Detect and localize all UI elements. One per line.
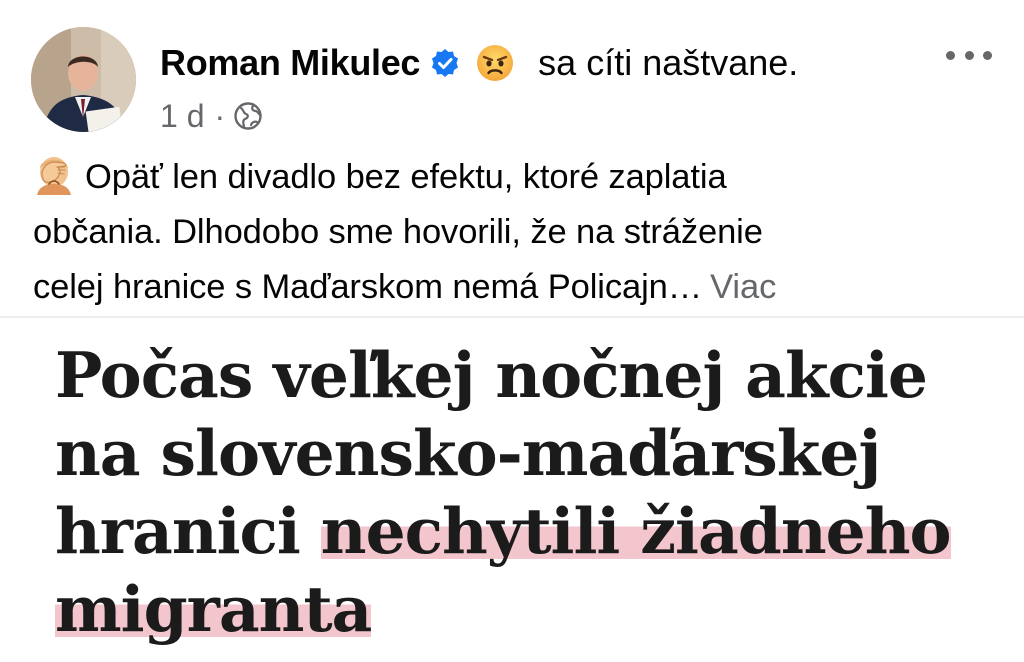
feeling-text: sa cíti naštvane. (538, 42, 799, 83)
more-horizontal-icon (946, 50, 955, 60)
post-text-line-1: Opäť len divadlo bez efektu, ktoré zapla… (33, 150, 993, 205)
post-text-line-2: občania. Dlhodobo sme hovorili, že na st… (33, 213, 763, 251)
headline-text: hranici (55, 494, 321, 568)
author-avatar[interactable] (31, 27, 136, 132)
headline-line: migranta (55, 570, 995, 648)
headline-line: Počas veľkej nočnej akcie (55, 338, 928, 412)
post-meta: 1 d · (160, 96, 263, 136)
headline-highlight: migranta (55, 572, 372, 646)
headline-highlight: nechytili žiadneho (320, 494, 952, 568)
post-text-line-3: celej hranice s Maďarskom nemá Policajn…… (33, 260, 993, 315)
post-header: Roman Mikulec sa cíti naštvane. (160, 38, 798, 88)
author-name[interactable]: Roman Mikulec (160, 42, 420, 84)
more-options-button[interactable] (946, 45, 992, 65)
headline-line: na slovensko-maďarskej (55, 416, 881, 490)
verified-badge-icon (430, 48, 460, 78)
article-headline: Počas veľkej nočnej akcie na slovensko-m… (55, 336, 995, 648)
shared-article-image[interactable]: Počas veľkej nočnej akcie na slovensko-m… (0, 318, 1024, 662)
post-text-content: celej hranice s Maďarskom nemá Policajn… (33, 268, 703, 306)
avatar-photo (31, 27, 136, 132)
post-text-content: Opäť len divadlo bez efektu, ktoré zapla… (85, 158, 727, 196)
see-more-link[interactable]: Viac (710, 268, 776, 306)
more-horizontal-icon (983, 50, 992, 60)
facepalm-emoji-icon (33, 153, 75, 195)
globe-icon[interactable] (233, 101, 263, 131)
headline-line: hranici nechytili žiadneho (55, 492, 995, 570)
post-timestamp[interactable]: 1 d (160, 98, 204, 135)
angry-face-icon (476, 44, 514, 82)
more-horizontal-icon (964, 50, 974, 60)
post-body: Opäť len divadlo bez efektu, ktoré zapla… (33, 150, 993, 315)
meta-separator: · (214, 97, 226, 134)
